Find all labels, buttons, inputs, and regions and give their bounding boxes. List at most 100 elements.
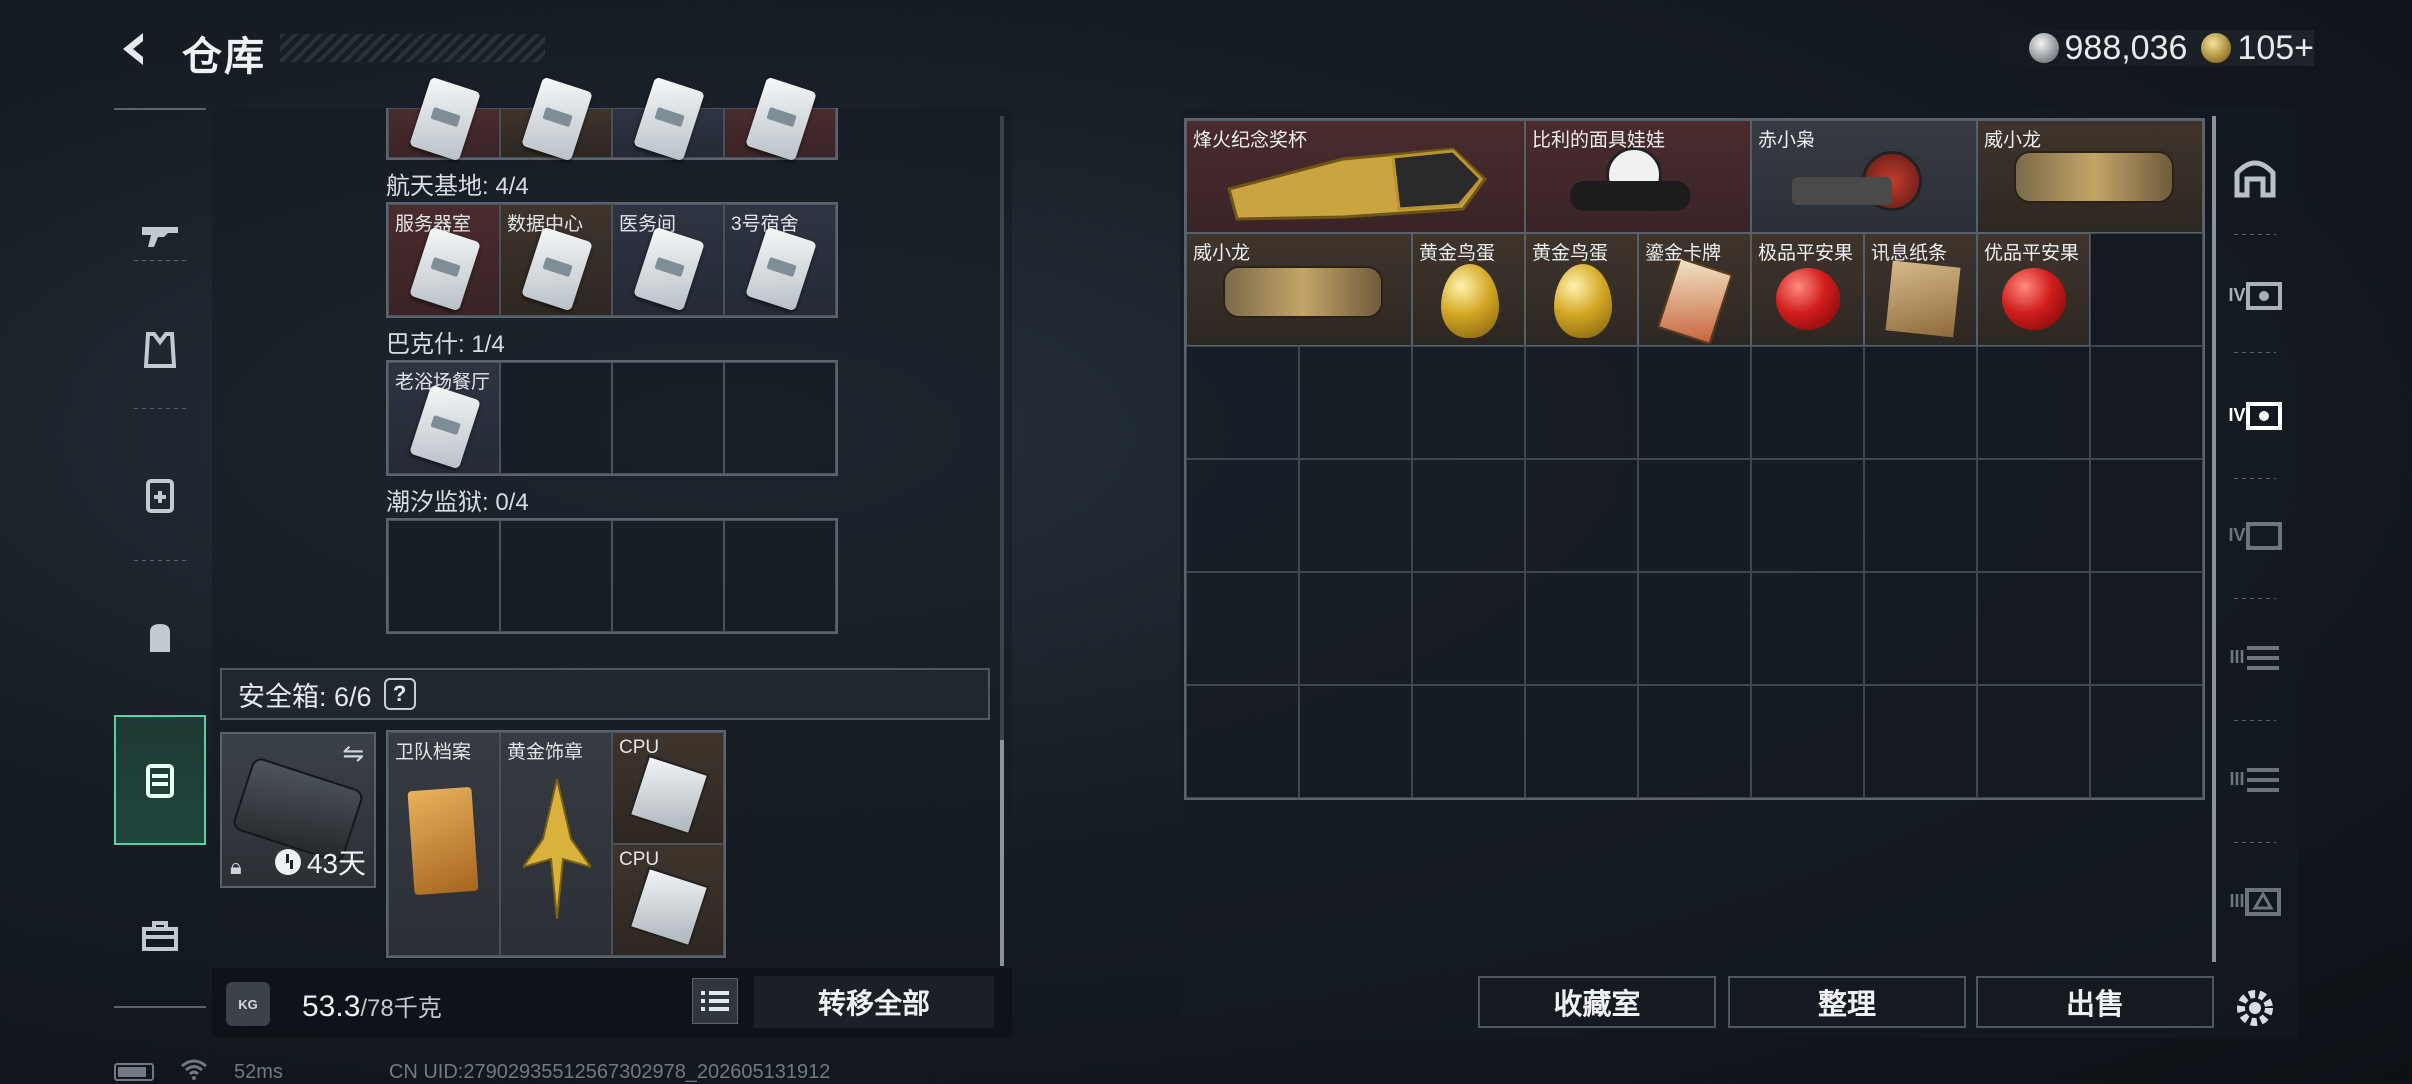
sell-button[interactable]: 出售: [1976, 976, 2214, 1028]
stash-item-owl[interactable]: 赤小枭: [1751, 120, 1977, 233]
keycard-slot[interactable]: [612, 76, 724, 162]
keycard-slot-empty[interactable]: [500, 520, 612, 632]
stash-slot[interactable]: [1864, 572, 1977, 685]
stash-slot[interactable]: [1525, 572, 1638, 685]
stash-slot[interactable]: [1412, 459, 1525, 572]
keycard-slot-empty[interactable]: [724, 520, 836, 632]
stash-item-trophy[interactable]: 烽火纪念奖杯: [1186, 120, 1525, 233]
safe-item[interactable]: 卫队档案: [388, 732, 500, 956]
stash-slot[interactable]: [1751, 572, 1864, 685]
stash-slot[interactable]: [1412, 572, 1525, 685]
stash-slot[interactable]: [2090, 233, 2203, 346]
category-tier-4-c[interactable]: IV: [2218, 480, 2292, 590]
keycard-slot[interactable]: [724, 76, 836, 162]
category-tier-4-b[interactable]: IV: [2218, 360, 2292, 470]
stash-slot[interactable]: [1977, 346, 2090, 459]
stash-slot[interactable]: [1751, 459, 1864, 572]
keycard-slot-empty[interactable]: [724, 362, 836, 474]
stash-slot[interactable]: [1299, 685, 1412, 798]
stash-slot[interactable]: [1864, 685, 1977, 798]
keycard-slot-empty[interactable]: [388, 520, 500, 632]
nav-armor[interactable]: [114, 285, 206, 415]
stash-item-gilded-card[interactable]: 鎏金卡牌: [1638, 233, 1751, 346]
stash-slot[interactable]: [1186, 572, 1299, 685]
stash-item-dragon[interactable]: 威小龙: [1186, 233, 1412, 346]
keycard-slot-empty[interactable]: [612, 362, 724, 474]
stash-slot[interactable]: [1186, 346, 1299, 459]
keycard-slot[interactable]: [388, 76, 500, 162]
keycard-item[interactable]: 3号宿舍: [724, 204, 836, 316]
dragon-figure-image: [1223, 266, 1383, 318]
keycard-item[interactable]: 服务器室: [388, 204, 500, 316]
nav-backpack[interactable]: [114, 573, 206, 703]
safe-item[interactable]: 黄金饰章: [500, 732, 612, 956]
nav-safe-box[interactable]: [114, 715, 206, 845]
gold-currency[interactable]: 105+: [2201, 29, 2314, 68]
nav-toolbox[interactable]: [114, 870, 206, 1000]
nav-chest-rig[interactable]: [114, 430, 206, 560]
stash-slot[interactable]: [1299, 346, 1412, 459]
stash-slot[interactable]: [1525, 346, 1638, 459]
stash-slot[interactable]: [1638, 572, 1751, 685]
gold-emblem-image: [523, 779, 591, 919]
category-tier-4-a[interactable]: IV: [2218, 240, 2292, 350]
sort-button[interactable]: 整理: [1728, 976, 1966, 1028]
keycard-item[interactable]: 数据中心: [500, 204, 612, 316]
keycard-slot-empty[interactable]: [612, 520, 724, 632]
stash-slot[interactable]: [1525, 459, 1638, 572]
stash-item-dragon[interactable]: 威小龙: [1977, 120, 2203, 233]
stash-slot[interactable]: [2090, 572, 2203, 685]
stash-slot[interactable]: [1864, 346, 1977, 459]
list-view-button[interactable]: [692, 978, 738, 1024]
stash-slot[interactable]: [2090, 346, 2203, 459]
stash-item-golden-egg[interactable]: 黄金鸟蛋: [1412, 233, 1525, 346]
stash-slot[interactable]: [1751, 685, 1864, 798]
backpack-icon: [150, 624, 170, 652]
stash-slot[interactable]: [1525, 685, 1638, 798]
transfer-all-button[interactable]: 转移全部: [754, 976, 994, 1028]
stash-slot[interactable]: [2090, 459, 2203, 572]
silver-currency[interactable]: 988,036: [2028, 29, 2187, 68]
stash-slot[interactable]: [1412, 685, 1525, 798]
keycard-slot[interactable]: [500, 76, 612, 162]
battery-icon: [114, 1063, 154, 1081]
stash-item-note[interactable]: 讯息纸条: [1864, 233, 1977, 346]
container-scroll-thumb[interactable]: [1000, 740, 1004, 966]
back-button[interactable]: [110, 24, 160, 74]
safe-item[interactable]: CPU: [612, 732, 724, 844]
stash-slot[interactable]: [1186, 685, 1299, 798]
stash-slot[interactable]: [1186, 459, 1299, 572]
stash-slot[interactable]: [1977, 572, 2090, 685]
safe-box-case[interactable]: ⇋ 🔒︎ 43天: [220, 732, 376, 888]
stash-slot[interactable]: [1638, 346, 1751, 459]
keycard-item[interactable]: 医务间: [612, 204, 724, 316]
stash-slot[interactable]: [1299, 572, 1412, 685]
stash-slot[interactable]: [1751, 346, 1864, 459]
category-tier-3-c[interactable]: III: [2218, 846, 2292, 956]
category-all[interactable]: [2218, 122, 2292, 232]
stash-slot[interactable]: [2090, 685, 2203, 798]
category-tier-3-a[interactable]: III: [2218, 602, 2292, 712]
settings-button[interactable]: [2218, 978, 2292, 1038]
stash-item-apple[interactable]: 极品平安果: [1751, 233, 1864, 346]
category-tier-3-b[interactable]: III: [2218, 724, 2292, 834]
stash-item-golden-egg[interactable]: 黄金鸟蛋: [1525, 233, 1638, 346]
stash-scrollbar[interactable]: [2212, 116, 2216, 962]
stash-slot[interactable]: [1638, 459, 1751, 572]
stash-slot[interactable]: [1412, 346, 1525, 459]
stash-slot[interactable]: [1299, 459, 1412, 572]
stash-slot[interactable]: [1864, 459, 1977, 572]
stash-slot[interactable]: [1977, 685, 2090, 798]
swap-icon[interactable]: ⇋: [342, 738, 364, 769]
help-button[interactable]: ?: [383, 678, 416, 710]
stash-slot[interactable]: [1977, 459, 2090, 572]
safe-item[interactable]: CPU: [612, 844, 724, 956]
case-tier-icon: IV: [2228, 524, 2246, 545]
keycard-item[interactable]: 老浴场餐厅: [388, 362, 500, 474]
nav-weapons[interactable]: [114, 170, 206, 300]
keycard-slot-empty[interactable]: [500, 362, 612, 474]
stash-item-apple[interactable]: 优品平安果: [1977, 233, 2090, 346]
stash-item-doll[interactable]: 比利的面具娃娃: [1525, 120, 1751, 233]
stash-slot[interactable]: [1638, 685, 1751, 798]
collection-room-button[interactable]: 收藏室: [1478, 976, 1716, 1028]
